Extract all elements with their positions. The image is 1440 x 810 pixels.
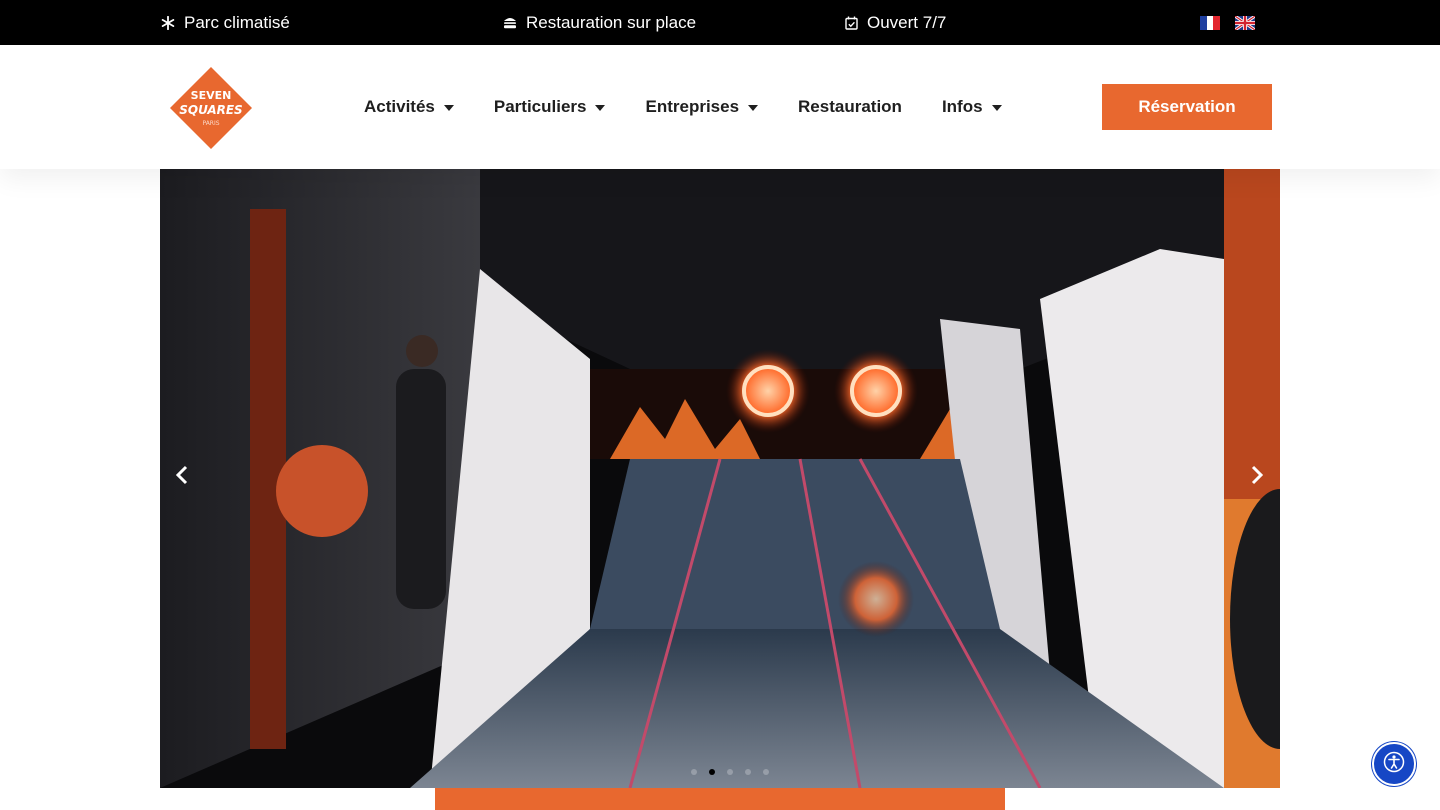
nav-item-particuliers[interactable]: Particuliers	[494, 97, 606, 117]
slide-image-bowling-lanes	[160, 169, 1224, 788]
nav-item-label: Entreprises	[645, 97, 740, 116]
main-nav: Activités Particuliers Entreprises Resta…	[364, 45, 1042, 169]
burger-icon	[502, 15, 518, 31]
chevron-left-icon	[175, 459, 188, 493]
slider-prev-button[interactable]	[170, 464, 194, 488]
svg-text:SQUARES: SQUARES	[179, 103, 242, 117]
topbar-item-climate: Parc climatisé	[160, 0, 290, 45]
slider-next-button[interactable]	[1245, 464, 1269, 488]
slider-dot[interactable]	[763, 769, 769, 775]
main-header: SEVEN SQUARES PARIS Activités Particulie…	[0, 45, 1440, 169]
svg-text:SEVEN: SEVEN	[191, 89, 232, 102]
topbar-item-food: Restauration sur place	[502, 0, 696, 45]
chevron-right-icon	[1251, 459, 1264, 493]
slider-dot[interactable]	[691, 769, 697, 775]
nav-item-label: Activités	[364, 97, 435, 116]
orange-bottom-banner	[435, 788, 1005, 810]
topbar-item-open: Ouvert 7/7	[843, 0, 946, 45]
slider-pagination	[685, 769, 775, 775]
seven-squares-logo[interactable]: SEVEN SQUARES PARIS	[168, 65, 254, 151]
hero-slider[interactable]	[160, 169, 1280, 788]
caret-down-icon	[443, 105, 454, 111]
flag-fr-icon[interactable]	[1200, 16, 1220, 30]
slider-dot[interactable]	[745, 769, 751, 775]
nav-item-activites[interactable]: Activités	[364, 97, 454, 117]
nav-item-entreprises[interactable]: Entreprises	[645, 97, 759, 117]
caret-down-icon	[595, 105, 606, 111]
nav-item-infos[interactable]: Infos	[942, 97, 1002, 117]
nav-item-label: Infos	[941, 97, 983, 116]
nav-item-label: Restauration	[798, 97, 902, 116]
snowflake-icon	[160, 15, 176, 31]
caret-down-icon	[748, 105, 759, 111]
svg-text:PARIS: PARIS	[202, 120, 219, 127]
nav-item-label: Particuliers	[493, 97, 587, 116]
top-info-bar: Parc climatisé Restauration sur place Ou…	[0, 0, 1440, 45]
nav-item-restauration[interactable]: Restauration	[798, 97, 902, 117]
slider-dot-active[interactable]	[709, 769, 715, 775]
slider-dot[interactable]	[727, 769, 733, 775]
accessibility-button[interactable]	[1372, 742, 1416, 786]
caret-down-icon	[991, 105, 1002, 111]
accessibility-icon	[1383, 751, 1405, 778]
topbar-item-label: Parc climatisé	[184, 12, 290, 32]
topbar-item-label: Restauration sur place	[526, 12, 697, 32]
topbar-item-label: Ouvert 7/7	[867, 12, 947, 32]
reservation-button[interactable]: Réservation	[1102, 84, 1272, 130]
flag-uk-icon[interactable]	[1234, 14, 1256, 32]
calendar-check-icon	[843, 15, 859, 31]
